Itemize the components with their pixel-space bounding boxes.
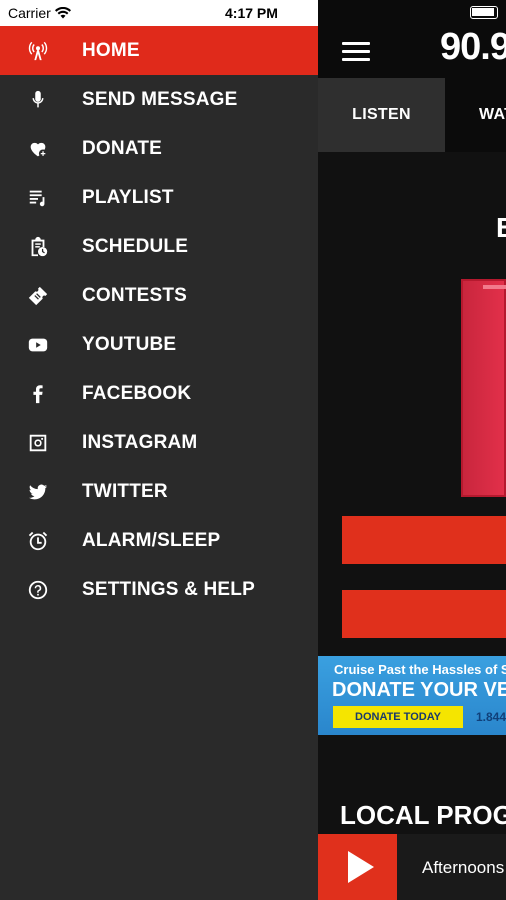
menu-item-label: SEND MESSAGE (82, 88, 238, 110)
main-content: 90.9 LISTEN WAT B Cruise Past the Hassle… (318, 0, 506, 900)
menu-item-schedule[interactable]: SCHEDULE (0, 222, 318, 271)
menu-item-playlist[interactable]: PLAYLIST (0, 173, 318, 222)
menu-item-twitter[interactable]: TWITTER (0, 467, 318, 516)
app-header: 90.9 (318, 0, 506, 78)
now-playing-heading: B (496, 212, 506, 244)
mini-player: Afternoons (318, 834, 506, 900)
menu-item-alarm-sleep[interactable]: ALARM/SLEEP (0, 516, 318, 565)
menu-item-donate[interactable]: DONATE (0, 124, 318, 173)
ad-donate-today-button[interactable]: DONATE TODAY (333, 706, 463, 728)
status-time: 4:17 PM (225, 5, 278, 21)
menu-item-label: SCHEDULE (82, 235, 189, 257)
battery-icon (470, 6, 498, 19)
playlist-icon (0, 173, 82, 222)
menu-item-instagram[interactable]: INSTAGRAM (0, 418, 318, 467)
radio-tower-icon (0, 26, 82, 75)
tab-listen[interactable]: LISTEN (318, 78, 445, 152)
microphone-icon (0, 75, 82, 124)
navigation-drawer: HOME SEND MESSAGE DONATE PLAYLIST SCHEDU… (0, 26, 318, 900)
station-logo: 90.9 (440, 26, 506, 68)
help-icon (0, 565, 82, 614)
menu-item-label: TWITTER (82, 480, 168, 502)
local-programs-heading: LOCAL PROGRAMS (340, 800, 506, 830)
heart-plus-icon (0, 124, 82, 173)
play-icon (347, 851, 374, 883)
alarm-clock-icon (0, 516, 82, 565)
clipboard-clock-icon (0, 222, 82, 271)
album-artwork (461, 279, 506, 497)
twitter-icon (0, 467, 82, 516)
menu-item-label: CONTESTS (82, 284, 188, 306)
now-playing-title: Afternoons (422, 858, 505, 877)
menu-item-label: SETTINGS & HELP (82, 578, 255, 600)
facebook-icon (0, 369, 82, 418)
menu-item-label: YOUTUBE (82, 333, 177, 355)
menu-item-label: DONATE (82, 137, 163, 159)
menu-item-home[interactable]: HOME (0, 26, 318, 75)
menu-item-label: FACEBOOK (82, 382, 192, 404)
menu-item-label: HOME (82, 39, 140, 61)
tab-bar: LISTEN WAT (318, 78, 506, 152)
action-button-secondary[interactable] (342, 590, 506, 638)
menu-item-label: ALARM/SLEEP (82, 529, 221, 551)
status-bar: Carrier 4:17 PM (0, 0, 318, 26)
tab-watch[interactable]: WAT (445, 78, 506, 152)
menu-item-label: INSTAGRAM (82, 431, 198, 453)
menu-item-label: PLAYLIST (82, 186, 174, 208)
menu-item-send-message[interactable]: SEND MESSAGE (0, 75, 318, 124)
menu-item-settings-help[interactable]: SETTINGS & HELP (0, 565, 318, 614)
wifi-icon (54, 7, 71, 19)
instagram-icon (0, 418, 82, 467)
ad-tagline: Cruise Past the Hassles of S (334, 662, 506, 677)
menu-item-facebook[interactable]: FACEBOOK (0, 369, 318, 418)
ad-banner[interactable]: Cruise Past the Hassles of S DONATE YOUR… (318, 656, 506, 735)
youtube-icon (0, 320, 82, 369)
carrier-label: Carrier (8, 5, 51, 21)
ad-phone: 1.844 (476, 710, 506, 724)
action-button-primary[interactable] (342, 516, 506, 564)
ad-headline: DONATE YOUR VE (332, 679, 506, 701)
play-button[interactable] (318, 834, 397, 900)
carrier-indicator: Carrier (8, 5, 71, 21)
menu-item-youtube[interactable]: YOUTUBE (0, 320, 318, 369)
ticket-icon (0, 271, 82, 320)
menu-item-contests[interactable]: CONTESTS (0, 271, 318, 320)
hamburger-menu-icon[interactable] (342, 42, 370, 62)
